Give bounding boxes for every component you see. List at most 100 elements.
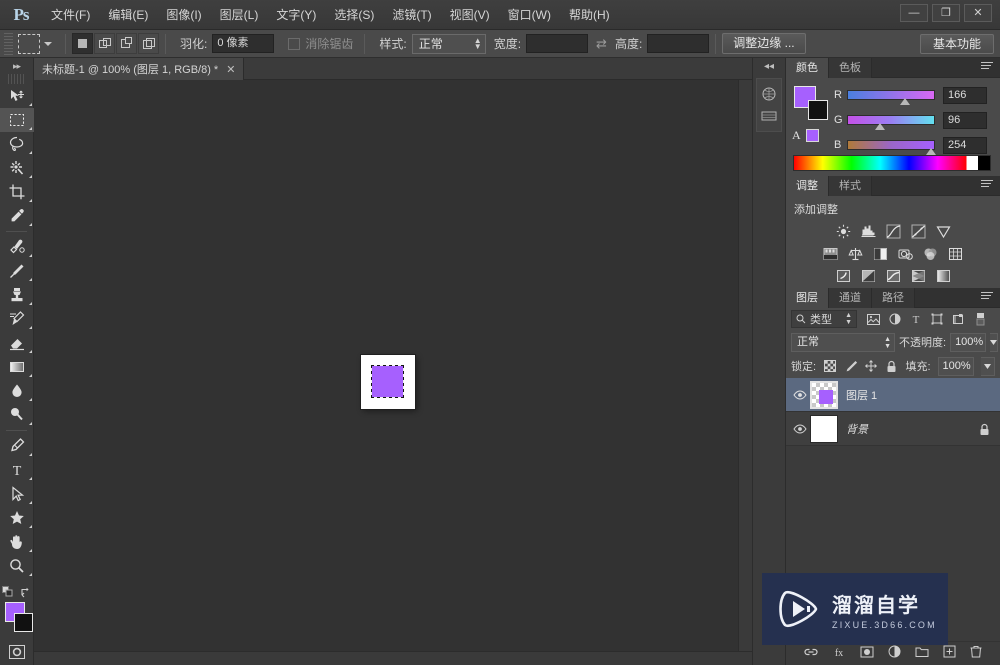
selection-intersect-button[interactable] bbox=[138, 33, 159, 54]
tab-adjustments[interactable]: 调整 bbox=[786, 176, 829, 196]
layer-style-icon[interactable]: fx bbox=[832, 645, 846, 663]
fill-chevron-down-icon[interactable] bbox=[980, 356, 995, 376]
feather-input[interactable]: 0 像素 bbox=[212, 34, 275, 53]
opacity-chevron-down-icon[interactable] bbox=[990, 332, 999, 352]
color-balance-icon[interactable] bbox=[921, 245, 940, 262]
levels-icon[interactable] bbox=[859, 223, 878, 240]
background-color-swatch[interactable] bbox=[14, 613, 33, 632]
workspace-switcher-button[interactable]: 基本功能 bbox=[919, 34, 994, 54]
adjustments-panel-menu-icon[interactable] bbox=[981, 180, 995, 192]
tab-swatches[interactable]: 色板 bbox=[829, 58, 872, 78]
canvas-vertical-scrollbar[interactable] bbox=[738, 80, 752, 665]
fill-value[interactable]: 100% bbox=[937, 356, 974, 376]
minimize-button[interactable]: — bbox=[900, 4, 928, 22]
tool-healing-brush-tool[interactable] bbox=[0, 235, 34, 259]
layers-panel-menu-icon[interactable] bbox=[981, 292, 995, 304]
smart-object-filter-icon[interactable] bbox=[950, 312, 965, 327]
pixel-layer-filter-icon[interactable] bbox=[866, 312, 881, 327]
tool-preset-marquee-icon[interactable] bbox=[18, 33, 40, 54]
tool-clone-stamp-tool[interactable] bbox=[0, 283, 34, 307]
canvas-horizontal-scrollbar[interactable] bbox=[34, 651, 752, 665]
r-value[interactable]: 166 bbox=[943, 86, 987, 104]
tab-paths[interactable]: 路径 bbox=[872, 288, 915, 308]
tool-type-tool[interactable]: T bbox=[0, 458, 34, 482]
channel-mixer-icon[interactable] bbox=[946, 245, 965, 262]
canvas-area[interactable] bbox=[34, 80, 752, 665]
refine-edge-button[interactable]: 调整边缘 ... bbox=[722, 33, 806, 54]
tool-magic-wand-tool[interactable] bbox=[0, 156, 34, 180]
menu-edit[interactable]: 编辑(E) bbox=[99, 0, 157, 30]
lock-transparent-pixels-icon[interactable] bbox=[823, 359, 836, 374]
style-spinner-icon[interactable]: ▲ ▼ bbox=[474, 36, 482, 50]
maximize-button[interactable]: ❐ bbox=[932, 4, 960, 22]
b-value[interactable]: 254 bbox=[943, 136, 987, 154]
new-group-icon[interactable] bbox=[915, 645, 929, 663]
brightness-contrast-icon[interactable] bbox=[834, 223, 853, 240]
layer-visibility-icon[interactable] bbox=[790, 423, 810, 434]
link-layers-icon[interactable] bbox=[804, 645, 818, 663]
tab-styles[interactable]: 样式 bbox=[829, 176, 872, 196]
tool-gradient-tool[interactable] bbox=[0, 355, 34, 379]
tool-path-selection-tool[interactable] bbox=[0, 482, 34, 506]
new-layer-icon[interactable] bbox=[943, 645, 956, 663]
b-slider-thumb[interactable] bbox=[926, 148, 936, 155]
default-colors-icon[interactable] bbox=[1, 586, 14, 598]
layer-thumbnail[interactable] bbox=[810, 414, 838, 443]
document-tab-close-icon[interactable]: ✕ bbox=[226, 63, 235, 76]
layer-filter-spinner-icon[interactable]: ▲ ▼ bbox=[845, 312, 852, 326]
g-value[interactable]: 96 bbox=[943, 111, 987, 129]
selective-color-icon[interactable] bbox=[884, 267, 903, 284]
lock-image-pixels-icon[interactable] bbox=[844, 359, 858, 374]
type-layer-filter-icon[interactable]: T bbox=[908, 312, 923, 327]
tool-eraser-tool[interactable] bbox=[0, 331, 34, 355]
menu-image[interactable]: 图像(I) bbox=[157, 0, 210, 30]
tool-dodge-tool[interactable] bbox=[0, 403, 34, 427]
hue-saturation-icon[interactable] bbox=[834, 267, 853, 284]
gradient-map-icon[interactable] bbox=[909, 267, 928, 284]
g-slider-track[interactable] bbox=[847, 115, 935, 130]
layer-thumbnail[interactable] bbox=[810, 380, 838, 409]
lock-all-icon[interactable] bbox=[885, 359, 898, 374]
document-tab[interactable]: 未标题-1 @ 100% (图层 1, RGB/8) * ✕ bbox=[34, 58, 245, 80]
tool-zoom-tool[interactable] bbox=[0, 554, 34, 578]
exposure-icon[interactable] bbox=[909, 223, 928, 240]
color-panel-menu-icon[interactable] bbox=[981, 62, 995, 74]
menu-filter[interactable]: 滤镜(T) bbox=[383, 0, 440, 30]
layer-visibility-icon[interactable] bbox=[790, 389, 810, 400]
blend-mode-spinner-icon[interactable]: ▲ ▼ bbox=[884, 336, 891, 350]
selected-purple-square[interactable] bbox=[371, 365, 404, 398]
tool-history-brush-tool[interactable] bbox=[0, 307, 34, 331]
tool-crop-tool[interactable] bbox=[0, 180, 34, 204]
selection-add-button[interactable] bbox=[94, 33, 115, 54]
delete-layer-icon[interactable] bbox=[970, 645, 982, 663]
curves-icon[interactable] bbox=[884, 223, 903, 240]
filter-toggle-icon[interactable] bbox=[973, 312, 988, 327]
opacity-value[interactable]: 100% bbox=[950, 332, 987, 352]
tab-color[interactable]: 颜色 bbox=[786, 58, 829, 78]
tool-hand-tool[interactable] bbox=[0, 530, 34, 554]
menu-help[interactable]: 帮助(H) bbox=[560, 0, 619, 30]
menu-type[interactable]: 文字(Y) bbox=[267, 0, 325, 30]
tool-brush-tool[interactable] bbox=[0, 259, 34, 283]
rail-collapse-icon[interactable]: ◂◂ bbox=[753, 58, 785, 74]
selection-subtract-button[interactable] bbox=[116, 33, 137, 54]
menu-file[interactable]: 文件(F) bbox=[42, 0, 99, 30]
new-adjustment-layer-icon[interactable] bbox=[888, 645, 901, 663]
layer-row-2[interactable]: 背景 bbox=[786, 412, 1000, 446]
tool-marquee-tool[interactable] bbox=[0, 108, 34, 132]
vibrance-icon[interactable] bbox=[934, 223, 953, 240]
layer-row-1[interactable]: 图层 1 bbox=[786, 378, 1000, 412]
mini-bridge-icon[interactable] bbox=[757, 83, 781, 105]
gradient-fill-icon[interactable] bbox=[934, 267, 953, 284]
document-canvas[interactable] bbox=[361, 355, 415, 409]
layer-name[interactable]: 背景 bbox=[846, 421, 868, 437]
r-slider-track[interactable] bbox=[847, 90, 935, 105]
menu-view[interactable]: 视图(V) bbox=[441, 0, 499, 30]
quick-mask-toggle[interactable] bbox=[0, 640, 34, 664]
posterize-icon[interactable] bbox=[821, 245, 840, 262]
tool-pen-tool[interactable] bbox=[0, 434, 34, 458]
invert-icon[interactable] bbox=[859, 267, 878, 284]
width-input[interactable] bbox=[526, 34, 589, 53]
tool-eyedropper-tool[interactable] bbox=[0, 204, 34, 228]
blend-mode-select[interactable]: 正常 bbox=[791, 332, 895, 352]
